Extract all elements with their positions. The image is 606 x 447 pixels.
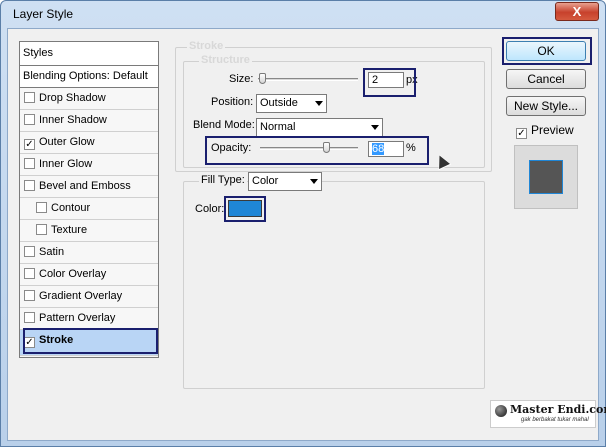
- logo-icon: [495, 405, 507, 417]
- style-item-bevel-and-emboss[interactable]: Bevel and Emboss: [20, 176, 158, 198]
- fill-type-label: Fill Type:: [199, 174, 247, 186]
- blend-mode-select-value: Normal: [260, 121, 296, 133]
- structure-group-title: Structure: [199, 54, 252, 66]
- blend-mode-select[interactable]: Normal: [256, 118, 383, 137]
- size-highlight-box: [363, 68, 416, 97]
- style-item-inner-shadow[interactable]: Inner Shadow: [20, 110, 158, 132]
- preview-thumbnail: [514, 145, 578, 209]
- position-select-value: Outside: [260, 97, 298, 109]
- style-item-drop-shadow[interactable]: Drop Shadow: [20, 88, 158, 110]
- preview-swatch: [529, 160, 563, 194]
- style-item-label: Inner Glow: [39, 158, 93, 170]
- dialog-client-area: Styles Blending Options: Default Drop Sh…: [7, 28, 606, 441]
- checkbox[interactable]: [24, 312, 35, 323]
- checkbox[interactable]: [36, 224, 47, 235]
- styles-list: Styles Blending Options: Default Drop Sh…: [19, 41, 159, 358]
- chevron-down-icon: [310, 179, 318, 184]
- size-slider-track[interactable]: [258, 78, 358, 81]
- checkbox[interactable]: ✓: [24, 139, 35, 150]
- style-item-label: Drop Shadow: [39, 92, 106, 104]
- blend-mode-label: Blend Mode:: [193, 119, 255, 131]
- styles-header[interactable]: Styles: [20, 42, 158, 66]
- title-bar[interactable]: Layer Style X: [1, 1, 605, 27]
- watermark-name: Master Endi.com: [510, 403, 606, 416]
- style-item-label: Pattern Overlay: [39, 312, 116, 324]
- ok-highlight-box: [502, 37, 592, 65]
- style-item-pattern-overlay[interactable]: Pattern Overlay: [20, 308, 158, 330]
- cancel-button[interactable]: Cancel: [506, 69, 586, 89]
- window-title: Layer Style: [13, 7, 74, 21]
- checkbox[interactable]: [24, 180, 35, 191]
- style-item-texture[interactable]: Texture: [20, 220, 158, 242]
- style-item-satin[interactable]: Satin: [20, 242, 158, 264]
- style-item-color-overlay[interactable]: Color Overlay: [20, 264, 158, 286]
- style-item-label: Outer Glow: [39, 136, 95, 148]
- preview-toggle[interactable]: ✓ Preview: [516, 123, 574, 139]
- preview-label: Preview: [531, 123, 574, 137]
- layer-style-window: Layer Style X Styles Blending Options: D…: [0, 0, 606, 447]
- fill-type-select-value: Color: [252, 175, 279, 187]
- size-label: Size:: [229, 73, 254, 85]
- style-item-label: Contour: [51, 202, 91, 214]
- checkbox[interactable]: [24, 268, 35, 279]
- checkbox[interactable]: [36, 202, 47, 213]
- style-item-label: Texture: [51, 224, 88, 236]
- fill-type-select[interactable]: Color: [248, 172, 322, 191]
- position-label: Position:: [211, 96, 254, 108]
- position-select[interactable]: Outside: [256, 94, 327, 113]
- color-highlight-box: [224, 196, 266, 222]
- style-item-label: Color Overlay: [39, 268, 107, 280]
- close-button[interactable]: X: [555, 2, 599, 21]
- size-slider-thumb[interactable]: [259, 73, 266, 84]
- chevron-down-icon: [371, 125, 379, 130]
- color-label: Color:: [195, 203, 225, 215]
- style-item-outer-glow[interactable]: ✓ Outer Glow: [20, 132, 158, 154]
- checkbox[interactable]: [24, 246, 35, 257]
- preview-checkbox[interactable]: ✓: [516, 128, 527, 139]
- stroke-group-title: Stroke: [187, 40, 226, 52]
- checkbox[interactable]: [24, 158, 35, 169]
- watermark-logo: Master Endi.com gak berbakat tukar mahal: [490, 400, 606, 428]
- style-item-gradient-overlay[interactable]: Gradient Overlay: [20, 286, 158, 308]
- checkbox[interactable]: [24, 92, 35, 103]
- checkbox[interactable]: [24, 290, 35, 301]
- chevron-down-icon: [315, 101, 323, 106]
- style-item-inner-glow[interactable]: Inner Glow: [20, 154, 158, 176]
- blending-options-item[interactable]: Blending Options: Default: [20, 66, 158, 88]
- style-item-contour[interactable]: Contour: [20, 198, 158, 220]
- style-item-label: Gradient Overlay: [39, 290, 123, 302]
- style-item-label: Inner Shadow: [39, 114, 107, 126]
- checkbox[interactable]: [24, 114, 35, 125]
- style-item-label: Bevel and Emboss: [39, 180, 131, 192]
- style-item-label: Satin: [39, 246, 65, 258]
- watermark-tagline: gak berbakat tukar mahal: [521, 417, 589, 423]
- stroke-highlight-box: [23, 328, 158, 354]
- opacity-highlight-box: [205, 136, 429, 165]
- new-style-button[interactable]: New Style...: [506, 96, 586, 116]
